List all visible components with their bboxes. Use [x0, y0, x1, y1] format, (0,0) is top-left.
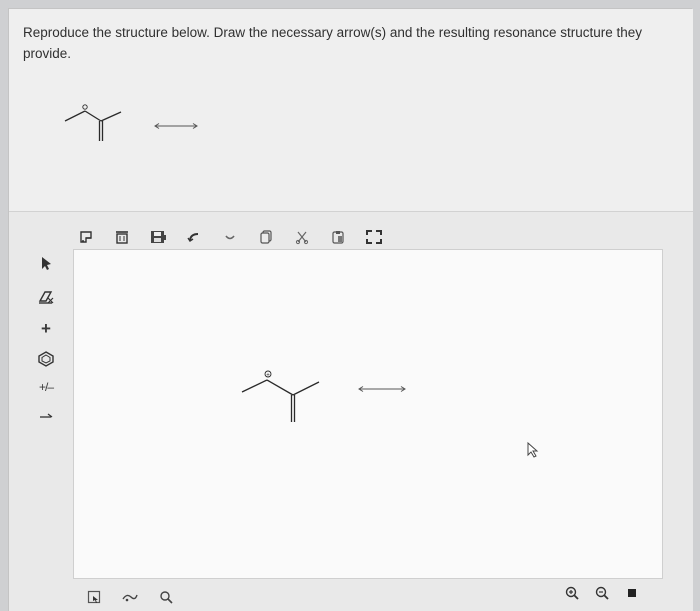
fullscreen-icon[interactable]: [363, 226, 385, 248]
clear-icon[interactable]: [111, 226, 133, 248]
eraser-icon[interactable]: [35, 286, 57, 308]
question-panel: Reproduce the structure below. Draw the …: [9, 9, 693, 211]
canvas-structure: +: [241, 370, 539, 458]
new-document-icon[interactable]: [75, 226, 97, 248]
bond-center: [266, 379, 294, 396]
save-icon[interactable]: [147, 226, 169, 248]
reference-structure: [64, 104, 198, 141]
bond-left: [241, 379, 268, 393]
charge-icon[interactable]: +/–: [35, 376, 57, 398]
structure-editor: + +/– +: [9, 211, 693, 611]
resonance-arrow: [358, 386, 406, 392]
stop-icon[interactable]: [621, 582, 643, 604]
copy-icon[interactable]: [255, 226, 277, 248]
bond-center: [84, 110, 102, 122]
zoom-out-icon[interactable]: [591, 582, 613, 604]
charge-circle: [82, 104, 88, 110]
bottom-toolbar: [75, 584, 195, 610]
zoom-toolbar: [561, 580, 651, 606]
search-template-icon[interactable]: [155, 586, 177, 608]
cut-icon[interactable]: [291, 226, 313, 248]
mouse-cursor: [527, 441, 539, 458]
select-arrow-icon[interactable]: [35, 252, 57, 274]
bond-right: [100, 111, 122, 122]
redo-icon[interactable]: [219, 226, 241, 248]
bond-left: [64, 110, 86, 122]
ring-template-icon[interactable]: [35, 348, 57, 370]
question-page: Reproduce the structure below. Draw the …: [8, 8, 693, 611]
svg-text:+: +: [266, 372, 270, 378]
paste-icon[interactable]: [327, 226, 349, 248]
resonance-arrow: [154, 123, 198, 129]
zoom-in-icon[interactable]: [561, 582, 583, 604]
top-toolbar: [75, 226, 405, 250]
add-bond-icon[interactable]: +: [35, 318, 57, 340]
undo-icon[interactable]: [183, 226, 205, 248]
arrow-tool-icon[interactable]: [35, 404, 57, 426]
positive-charge: +: [264, 370, 272, 378]
left-toolbar: + +/–: [35, 252, 67, 422]
bond-right: [292, 381, 320, 396]
group-icon[interactable]: [119, 586, 141, 608]
element-picker-icon[interactable]: [83, 586, 105, 608]
drawing-canvas[interactable]: +: [73, 249, 663, 579]
